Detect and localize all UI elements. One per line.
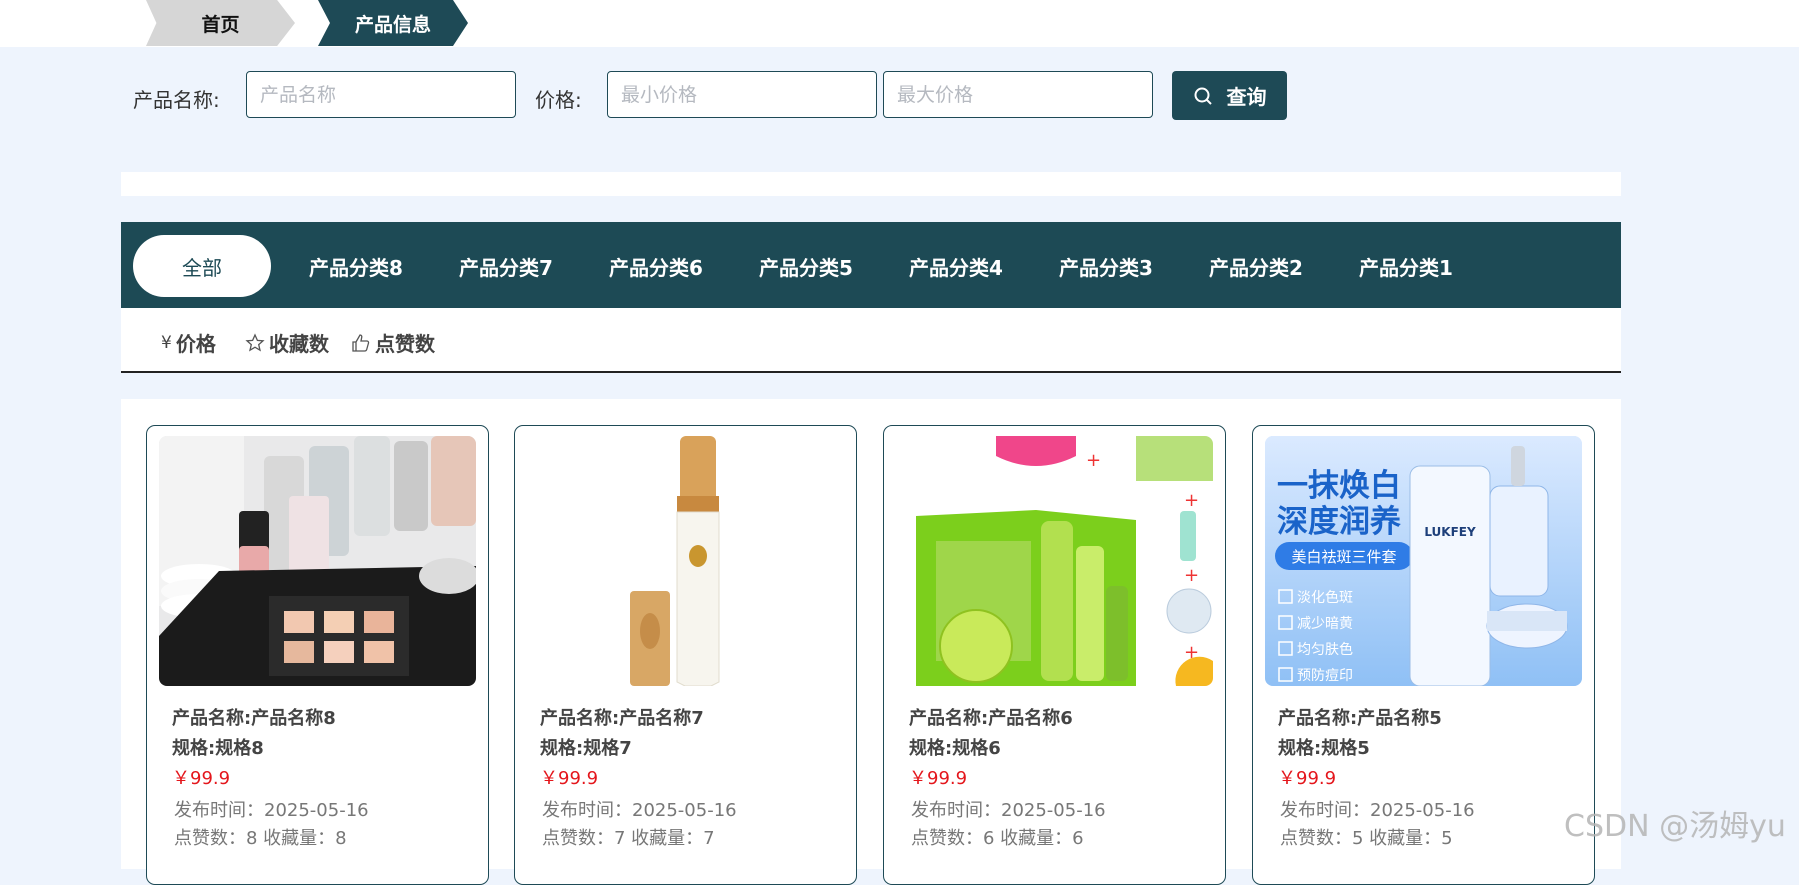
product-image-serum-tube[interactable]: [527, 436, 844, 686]
product-price: ￥99.9: [1278, 768, 1337, 789]
spacer-bar: [121, 172, 1621, 196]
category-bar: 全部 产品分类8 产品分类7 产品分类6 产品分类5 产品分类4 产品分类3 产…: [121, 222, 1621, 308]
promo-badge: 美白祛斑三件套: [1291, 548, 1396, 566]
category-3[interactable]: 产品分类3: [1051, 235, 1161, 297]
product-spec: 规格:规格8: [172, 738, 264, 759]
product-card[interactable]: 一抹焕白 深度润养 美白祛斑三件套 淡化色斑 减少暗黄 均匀肤色 预防痘印 LU…: [1252, 425, 1595, 885]
product-stats: 点赞数：5 收藏量：5: [1280, 828, 1453, 849]
product-name-input[interactable]: [246, 71, 516, 118]
search-form: 产品名称: 价格: 查询: [0, 71, 1799, 122]
product-price: ￥99.9: [540, 768, 599, 789]
price-label: 价格:: [535, 88, 582, 112]
product-image-cosmetics-tray[interactable]: [159, 436, 476, 686]
promo-headline-1: 一抹焕白: [1277, 468, 1401, 504]
promo-headline-2: 深度润养: [1277, 504, 1401, 540]
promo-check-2: 减少暗黄: [1297, 615, 1353, 632]
product-stats: 点赞数：6 收藏量：6: [911, 828, 1084, 849]
svg-text:+: +: [1184, 490, 1199, 511]
sort-by-likes[interactable]: 点赞数: [351, 328, 435, 357]
sort-price-label: 价格: [175, 332, 216, 356]
product-date: 发布时间：2025-05-16: [542, 800, 737, 821]
sort-favorites-label: 收藏数: [269, 332, 329, 356]
product-name-label: 产品名称:: [133, 88, 220, 112]
promo-check-4: 预防痘印: [1297, 668, 1353, 684]
min-price-input[interactable]: [607, 71, 877, 118]
brand-label: LUKFEY: [1424, 525, 1476, 539]
product-spec: 规格:规格6: [909, 738, 1001, 759]
product-name: 产品名称:产品名称5: [1278, 708, 1442, 729]
product-card[interactable]: 产品名称:产品名称7 规格:规格7 ￥99.9 发布时间：2025-05-16 …: [514, 425, 857, 885]
category-6[interactable]: 产品分类6: [601, 235, 711, 297]
product-date: 发布时间：2025-05-16: [1280, 800, 1475, 821]
query-label: 查询: [1226, 85, 1267, 109]
product-price: ￥99.9: [909, 768, 968, 789]
svg-text:+: +: [1086, 450, 1101, 471]
breadcrumb-home[interactable]: 首页: [146, 0, 295, 46]
sort-likes-label: 点赞数: [375, 332, 435, 356]
promo-check-1: 淡化色斑: [1297, 589, 1353, 606]
product-price: ￥99.9: [172, 768, 231, 789]
product-spec: 规格:规格5: [1278, 738, 1370, 759]
product-card[interactable]: 产品名称:产品名称8 规格:规格8 ￥99.9 发布时间：2025-05-16 …: [146, 425, 489, 885]
product-image-whitening-set[interactable]: 一抹焕白 深度润养 美白祛斑三件套 淡化色斑 减少暗黄 均匀肤色 预防痘印 LU…: [1265, 436, 1582, 686]
category-8[interactable]: 产品分类8: [301, 235, 411, 297]
product-image-green-skincare-set[interactable]: + + + +: [896, 436, 1213, 686]
product-stats: 点赞数：7 收藏量：7: [542, 828, 715, 849]
product-date: 发布时间：2025-05-16: [911, 800, 1106, 821]
category-7[interactable]: 产品分类7: [451, 235, 561, 297]
query-button[interactable]: 查询: [1172, 71, 1287, 120]
product-spec: 规格:规格7: [540, 738, 632, 759]
product-name: 产品名称:产品名称8: [172, 708, 336, 729]
sort-by-favorites[interactable]: 收藏数: [245, 328, 329, 357]
sort-by-price[interactable]: ¥ 价格: [161, 328, 216, 357]
category-2[interactable]: 产品分类2: [1201, 235, 1311, 297]
thumbs-up-icon: [352, 333, 370, 352]
product-date: 发布时间：2025-05-16: [174, 800, 369, 821]
product-stats: 点赞数：8 收藏量：8: [174, 828, 347, 849]
svg-text:+: +: [1184, 565, 1199, 586]
yen-icon: ¥: [161, 332, 172, 353]
star-icon: [245, 332, 265, 352]
breadcrumb-current[interactable]: 产品信息: [318, 0, 468, 46]
category-4[interactable]: 产品分类4: [901, 235, 1011, 297]
product-name: 产品名称:产品名称7: [540, 708, 704, 729]
sort-bar: ¥ 价格 收藏数 点赞数: [121, 308, 1621, 373]
search-icon: [1194, 87, 1212, 105]
promo-check-3: 均匀肤色: [1297, 641, 1353, 658]
max-price-input[interactable]: [883, 71, 1153, 118]
product-name: 产品名称:产品名称6: [909, 708, 1073, 729]
category-all[interactable]: 全部: [133, 235, 271, 297]
category-5[interactable]: 产品分类5: [751, 235, 861, 297]
product-card[interactable]: + + + + 产品名称:产品名称6 规格:规格6 ￥99.9 发布时间：202…: [883, 425, 1226, 885]
watermark: CSDN @汤姆yu: [1564, 809, 1786, 844]
category-1[interactable]: 产品分类1: [1351, 235, 1461, 297]
